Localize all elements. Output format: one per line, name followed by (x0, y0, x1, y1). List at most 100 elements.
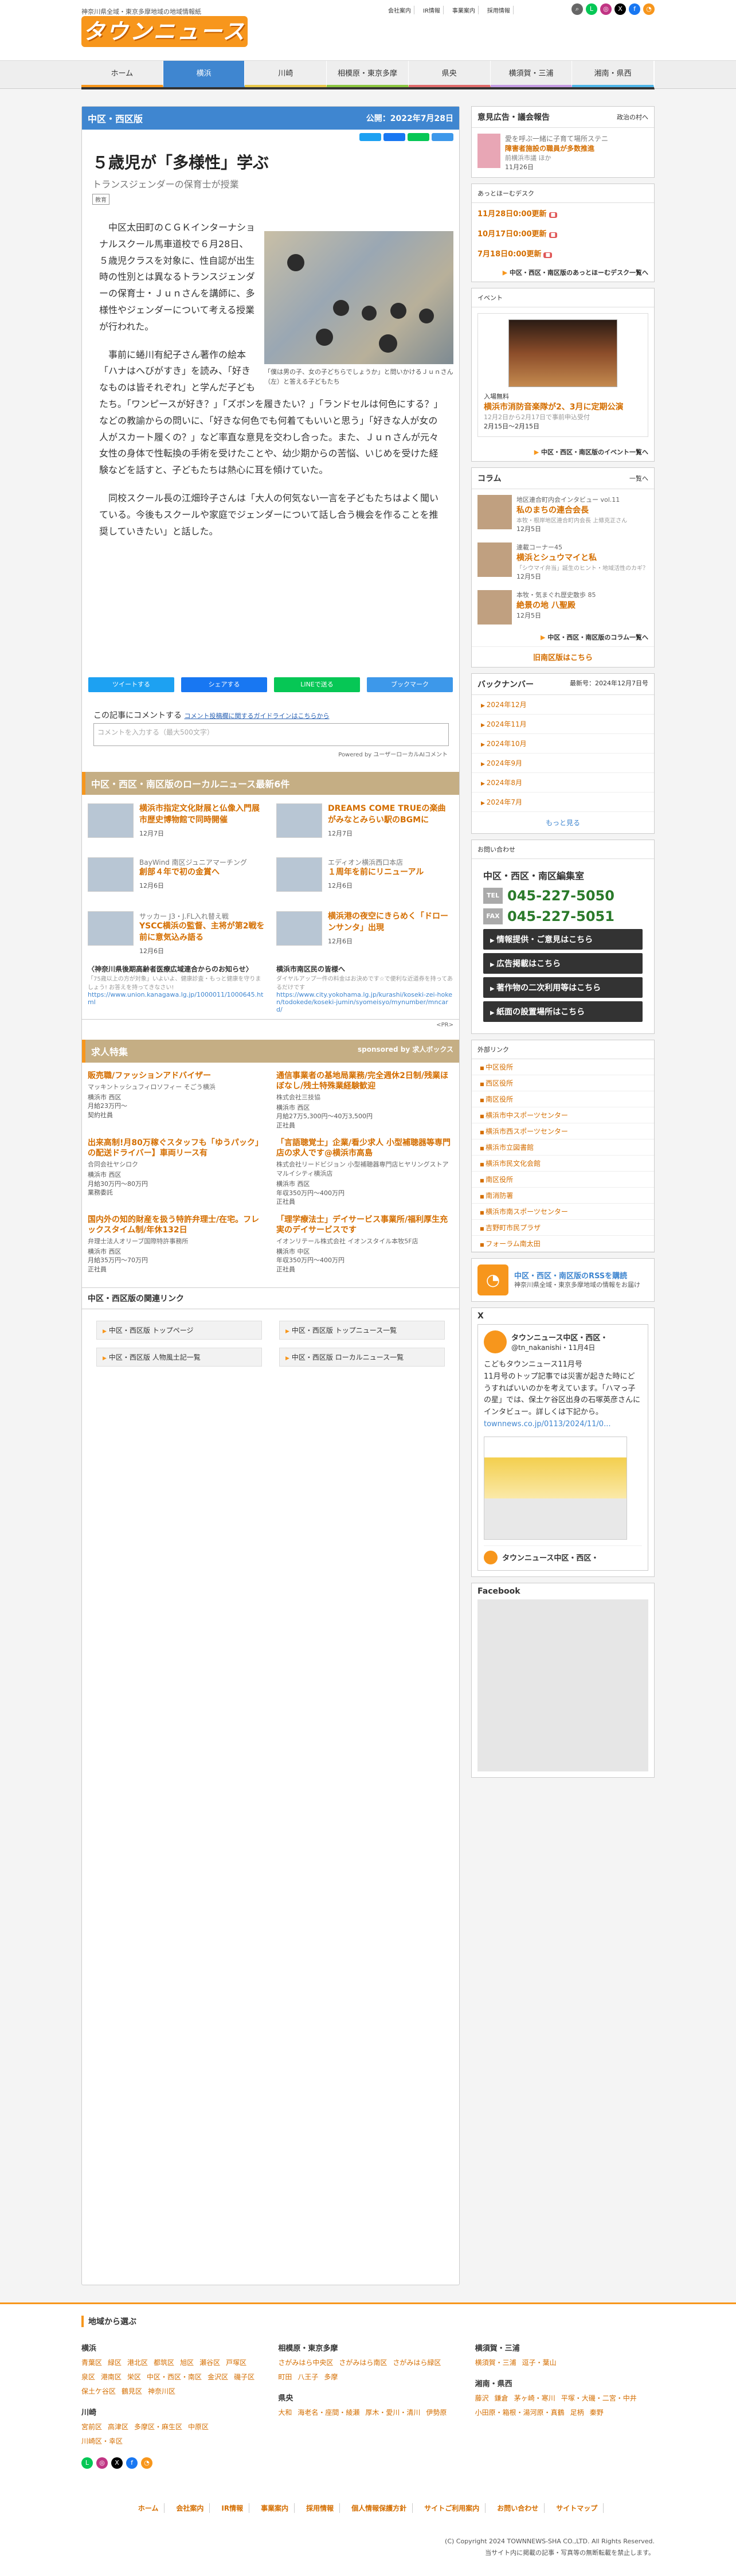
external-link[interactable]: 横浜市南スポーツセンター (472, 1204, 654, 1220)
footer-region-link[interactable]: 町田 (278, 2372, 292, 2382)
footer-region-link[interactable]: 逗子・葉山 (522, 2358, 557, 2367)
backnumber-item[interactable]: 2024年8月 (472, 773, 654, 793)
footer-region-link[interactable]: 八王子 (297, 2372, 318, 2382)
footer-region-link[interactable]: さがみはら緑区 (393, 2358, 441, 2367)
rss-title[interactable]: 中区・西区・南区版のRSSを購読 (514, 1270, 640, 1281)
external-link[interactable]: 南区役所 (472, 1172, 654, 1188)
external-link[interactable]: 横浜市立図書館 (472, 1139, 654, 1156)
news-item[interactable]: 横浜港の夜空にきらめく「ドローンサンタ」出現 12月6日 (276, 911, 453, 955)
event-item[interactable]: 入場無料 横浜市消防音楽隊が2、3月に定期公演 12月2日から2月17日で事前申込受… (477, 313, 648, 437)
footer-region-link[interactable]: 保土ケ谷区 (81, 2386, 116, 2396)
job-item[interactable]: 国内外の知的財産を扱う特許弁理士/在宅。フレックスタイム制/年休132日 弁理士法… (88, 1215, 265, 1274)
news-item[interactable]: BayWind 南区ジュニアマーチング 創部４年で初の金賞へ 12月6日 (88, 857, 265, 901)
external-link[interactable]: 西区役所 (472, 1075, 654, 1091)
footer-region-link[interactable]: さがみはら中央区 (278, 2358, 333, 2367)
footer-nav-link[interactable]: 採用情報 (300, 2503, 340, 2513)
nav-tab[interactable]: 県央 (408, 61, 491, 87)
column-item[interactable]: 地区連合町内会インタビュー vol.11 私のまちの連合会長 本牧・根岸地区連合町内… (472, 489, 654, 537)
column-item[interactable]: 本牧・気まぐれ歴史散歩 85 絶景の地 八聖殿 12月5日 (472, 584, 654, 628)
column-more-link[interactable]: 中区・西区・南区版のコラム一覧へ (472, 628, 654, 646)
job-title[interactable]: 通信事業者の基地局業務/完全週休2日制/残業ほぼなし/残土特殊業経験歓迎 (276, 1071, 453, 1091)
backnumber-more[interactable]: もっと見る (472, 812, 654, 833)
column-list-link[interactable]: 一覧へ (629, 474, 648, 483)
footer-nav-link[interactable]: サイトマップ (550, 2503, 604, 2513)
footer-nav-link[interactable]: お問い合わせ (491, 2503, 545, 2513)
news-title[interactable]: 創部４年で初の金賞へ (139, 867, 247, 879)
job-title[interactable]: 「言語聴覚士」企業/看少求人 小型補聴器等専門店の求人です@横浜市高島 (276, 1138, 453, 1158)
external-link[interactable]: 横浜市民文化会館 (472, 1156, 654, 1172)
footer-region-link[interactable]: さがみはら南区 (339, 2358, 387, 2367)
ad-url[interactable]: https://www.city.yokohama.lg.jp/kurashi/… (276, 991, 453, 1013)
ad-inquiry-button[interactable]: 広告掲載はこちら (483, 953, 643, 974)
atchi-item[interactable]: 7月18日0:00更新 ■ (472, 243, 654, 263)
related-link[interactable]: 中区・西区版 ローカルニュース一覧 (279, 1348, 445, 1367)
nav-tab[interactable]: 川崎 (245, 61, 327, 87)
rss-icon[interactable]: ◔ (141, 2457, 152, 2469)
nav-tab[interactable]: 相模原・東京多摩 (327, 61, 409, 87)
event-more-link[interactable]: 中区・西区・南区版のイベント一覧へ (472, 443, 654, 461)
bookmark-button[interactable]: ブックマーク (367, 677, 453, 693)
instagram-icon[interactable]: ◎ (96, 2457, 108, 2469)
external-link[interactable]: 横浜市西スポーツセンター (472, 1123, 654, 1139)
footer-region-link[interactable]: 足柄 (570, 2407, 584, 2417)
footer-nav-link[interactable]: 個人情報保護方針 (346, 2503, 413, 2513)
footer-nav-link[interactable]: 事業案内 (255, 2503, 295, 2513)
tweet-button[interactable]: ツイートする (88, 677, 174, 693)
line-icon[interactable]: L (81, 2457, 93, 2469)
news-title[interactable]: 横浜港の夜空にきらめく「ドローンサンタ」出現 (328, 911, 453, 934)
column-item[interactable]: 連載コーナー45 横浜とシュウマイと私 「シウマイ弁当」誕生のヒント・地域活性のカギ… (472, 537, 654, 584)
footer-region-link[interactable]: 伊勢原 (426, 2407, 447, 2417)
paper-location-button[interactable]: 紙面の設置場所はこちら (483, 1001, 643, 1022)
footer-region-link[interactable]: 宮前区 (81, 2422, 102, 2431)
facebook-icon[interactable]: f (629, 3, 640, 15)
footer-region-link[interactable]: 秦野 (590, 2407, 604, 2417)
footer-region-link[interactable]: 小田原・箱根・湯河原・真鶴 (475, 2407, 565, 2417)
external-link[interactable]: 横浜市中スポーツセンター (472, 1107, 654, 1123)
footer-region-link[interactable]: 中区・西区・南区 (147, 2372, 202, 2382)
rss-box[interactable]: ◔ 中区・西区・南区版のRSSを購読 神奈川県全域・東京多摩地域の情報をお届け (471, 1258, 655, 1302)
atchi-item[interactable]: 11月28日0:00更新 ■ (472, 203, 654, 223)
job-title[interactable]: 販売職/ファッションアドバイザー (88, 1071, 265, 1081)
backnumber-item[interactable]: 2024年11月 (472, 715, 654, 734)
footer-region-link[interactable]: 中原区 (188, 2422, 209, 2431)
footer-region-link[interactable]: 旭区 (180, 2358, 194, 2367)
ad-url[interactable]: https://www.union.kanagawa.lg.jp/1000011… (88, 991, 265, 1006)
footer-region-link[interactable]: 鎌倉 (495, 2393, 508, 2403)
job-title[interactable]: 国内外の知的財産を扱う特許弁理士/在宅。フレックスタイム制/年休132日 (88, 1215, 265, 1235)
search-icon[interactable]: ⌕ (571, 3, 583, 15)
footer-region-link[interactable]: 鶴見区 (122, 2386, 142, 2396)
footer-region-link[interactable]: 磯子区 (234, 2372, 255, 2382)
line-icon[interactable]: L (586, 3, 597, 15)
footer-nav-link[interactable]: サイトご利用案内 (418, 2503, 486, 2513)
nav-tab[interactable]: 湘南・県西 (572, 61, 655, 87)
footer-nav-link[interactable]: IR情報 (216, 2503, 250, 2513)
link-company[interactable]: 会社案内 (385, 6, 414, 14)
job-item[interactable]: 「言語聴覚士」企業/看少求人 小型補聴器等専門店の求人です@横浜市高島 株式会社リ… (276, 1138, 453, 1207)
related-link[interactable]: 中区・西区版 トップニュース一覧 (279, 1321, 445, 1340)
footer-region-link[interactable]: 藤沢 (475, 2393, 489, 2403)
opinion-item[interactable]: 愛を呼ぶ一緒に子育て場所ステニ 障害者施設の職員が多数推進 前横浜市議 ほか 11月2… (472, 128, 654, 177)
link-ir[interactable]: IR情報 (420, 6, 444, 14)
facebook-icon[interactable]: f (126, 2457, 138, 2469)
article-photo[interactable] (264, 231, 453, 364)
fb-share-button[interactable]: シェアする (181, 677, 267, 693)
external-link[interactable]: 吉野町市民プラザ (472, 1220, 654, 1236)
news-title[interactable]: YSCC横浜の監督、主将が第2戦を前に意気込み語る (139, 921, 265, 943)
column-title[interactable]: 私のまちの連合会長 (516, 504, 627, 516)
job-item[interactable]: 通信事業者の基地局業務/完全週休2日制/残業ほぼなし/残土特殊業経験歓迎 株式会社… (276, 1071, 453, 1130)
footer-region-link[interactable]: 茅ヶ崎・寒川 (514, 2393, 555, 2403)
atchi-item[interactable]: 10月17日0:00更新 ■ (472, 223, 654, 243)
footer-nav-link[interactable]: 会社案内 (170, 2503, 210, 2513)
backnumber-item[interactable]: 2024年7月 (472, 793, 654, 812)
column-title[interactable]: 絶景の地 八聖殿 (516, 599, 596, 611)
footer-region-link[interactable]: 川崎区・幸区 (81, 2436, 123, 2446)
ad-item[interactable]: 〈神奈川県後期高齢者医療広域連合からのお知らせ〉 「75歳以上の方が対象」いよいよ… (88, 964, 265, 1013)
footer-region-link[interactable]: 青葉区 (81, 2358, 102, 2367)
job-item[interactable]: 販売職/ファッションアドバイザー マッキントッシュフィロソフィー そごう横浜 横浜市… (88, 1071, 265, 1130)
article-tag[interactable]: 教育 (92, 194, 109, 205)
instagram-icon[interactable]: ◎ (600, 3, 612, 15)
ad-item[interactable]: 横浜市南区民の皆様へ ダイヤルアップ一件の料金はお決めです☆で便利な近道券を持って… (276, 964, 453, 1013)
footer-region-link[interactable]: 高津区 (108, 2422, 128, 2431)
x-icon[interactable]: X (111, 2457, 123, 2469)
nav-tab[interactable]: 横須賀・三浦 (490, 61, 573, 87)
